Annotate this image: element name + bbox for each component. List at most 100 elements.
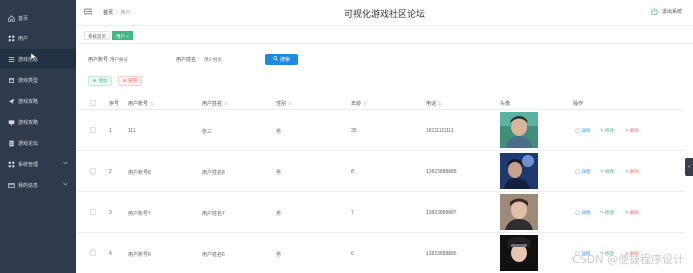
settings-drawer-handle[interactable]: ‹ (685, 158, 693, 176)
chevron-down-icon (63, 182, 68, 188)
row-checkbox[interactable] (90, 209, 96, 215)
document-icon (8, 140, 15, 147)
avatar (500, 153, 538, 189)
detail-button[interactable]: ◯ 详情 (575, 210, 590, 216)
edit-label: 修改 (605, 169, 615, 174)
sort-icon: ⇅ (224, 101, 228, 106)
cell-phone: 13823888887 (426, 210, 457, 216)
delete-button[interactable]: ✕ 删除 (625, 169, 639, 175)
cell-gender: 男 (276, 252, 282, 258)
sidebar-item-game-guide-2[interactable]: 游戏攻略 (0, 112, 76, 132)
cell-index: 1 (109, 128, 112, 134)
cell-name: 用户姓名7 (202, 211, 225, 217)
table-row: 2 用户账号8 用户姓名8 男 8 13823888888 ◯ 详情 ✎ 修改 … (76, 151, 685, 192)
list-icon (8, 56, 15, 63)
edit-label: 修改 (605, 210, 615, 215)
apps-icon (8, 161, 15, 168)
logout-label: 退出系统 (661, 9, 682, 15)
col-phone-label: 电话 (426, 101, 437, 107)
sidebar-item-game-info[interactable]: 游戏信息 (0, 49, 76, 69)
sort-icon: ⇅ (363, 101, 367, 106)
sidebar-item-home[interactable]: 首页 (0, 8, 76, 28)
sidebar-item-system[interactable]: 系统管理 (0, 154, 76, 174)
top-header: 首页 / 用户 可视化游戏社区论坛 退出系统 (76, 0, 693, 26)
file-icon (8, 182, 15, 189)
col-account[interactable]: 用户账号 ⇅ (128, 100, 153, 107)
delete-button-label: 删除 (128, 78, 138, 83)
col-phone[interactable]: 电话 ⇅ (426, 100, 441, 107)
avatar (500, 194, 538, 230)
add-button[interactable]: ⊕ 增加 (88, 76, 112, 86)
detail-button[interactable]: ◯ 详情 (575, 169, 590, 175)
sort-icon: ⇅ (438, 101, 442, 106)
detail-label: 详情 (581, 169, 591, 174)
sidebar-item-label: 游戏类型 (18, 77, 39, 84)
batch-delete-button[interactable]: ⊗ 删除 (118, 76, 142, 86)
send-icon (8, 98, 15, 105)
cell-age: 35 (351, 128, 357, 134)
cell-phone: 13823888886 (426, 251, 457, 257)
watermark: CSDN @便捷程序设计 (572, 253, 684, 266)
col-name[interactable]: 用户姓名 ⇅ (202, 100, 227, 107)
select-all-checkbox[interactable] (90, 100, 96, 106)
tab-system-home[interactable]: 系统首页 (84, 31, 110, 40)
delete-button[interactable]: ✕ 删除 (625, 128, 639, 134)
sidebar-item-label: 游戏论坛 (18, 140, 39, 147)
edit-button[interactable]: ✎ 修改 (600, 128, 614, 134)
monitor-icon (8, 119, 15, 126)
cell-age: 7 (351, 210, 354, 216)
avatar (500, 112, 538, 148)
sidebar-item-label: 首页 (18, 15, 29, 22)
delete-icon: ⊗ (122, 78, 127, 83)
cell-gender: 男 (276, 129, 282, 135)
cell-index: 4 (109, 251, 112, 257)
cell-age: 6 (351, 251, 354, 257)
row-checkbox[interactable] (90, 168, 96, 174)
cell-gender: 男 (276, 211, 282, 217)
col-gender-label: 性别 (276, 101, 287, 107)
cell-gender: 男 (276, 170, 282, 176)
account-search-label: 用户账号 (88, 57, 109, 63)
sidebar-item-game-forum[interactable]: 游戏论坛 (0, 133, 76, 153)
sidebar: 首页 用户 游戏信息 游戏类型 游戏攻略 游戏攻略 游戏论坛 系统管理 我的信息 (0, 0, 76, 273)
delete-label: 删除 (630, 210, 640, 215)
row-checkbox[interactable] (90, 250, 96, 256)
sidebar-item-label: 游戏攻略 (18, 119, 39, 126)
app-title: 可视化游戏社区论坛 (343, 9, 425, 19)
cell-account: 用户账号8 (128, 170, 151, 176)
cell-index: 2 (109, 169, 112, 175)
tab-users[interactable]: 用户 × (112, 31, 133, 40)
col-name-label: 用户姓名 (202, 101, 223, 107)
cell-name: 用户姓名6 (202, 252, 225, 258)
row-checkbox[interactable] (90, 127, 96, 133)
sidebar-item-game-type[interactable]: 游戏类型 (0, 70, 76, 90)
col-index: 序号 (109, 101, 120, 107)
detail-label: 详情 (581, 210, 591, 215)
search-button[interactable]: 搜索 (265, 54, 298, 65)
cell-account: 111 (128, 128, 136, 134)
delete-button[interactable]: ✕ 删除 (625, 210, 639, 216)
cell-account: 用户账号6 (128, 252, 151, 258)
chevron-left-icon: ‹ (688, 164, 690, 170)
account-search-input[interactable] (110, 55, 165, 63)
cell-phone: 18111111111 (426, 128, 454, 134)
sidebar-item-game-guide[interactable]: 游戏攻略 (0, 91, 76, 111)
search-button-label: 搜索 (279, 57, 290, 63)
detail-button[interactable]: ◯ 详情 (575, 128, 590, 134)
sidebar-item-my-info[interactable]: 我的信息 (0, 175, 76, 195)
col-age[interactable]: 年龄 ⇅ (351, 100, 366, 107)
power-icon (651, 8, 658, 16)
name-search-input[interactable] (204, 55, 259, 63)
plus-icon: ⊕ (92, 78, 97, 83)
cell-index: 3 (109, 210, 112, 216)
sidebar-item-users[interactable]: 用户 (0, 28, 76, 48)
sidebar-item-label: 我的信息 (18, 182, 39, 189)
edit-button[interactable]: ✎ 修改 (600, 169, 614, 175)
edit-button[interactable]: ✎ 修改 (600, 210, 614, 216)
logout-button[interactable]: 退出系统 (651, 8, 682, 16)
tab-bar: 系统首页 用户 × (76, 27, 693, 44)
sort-icon: ⇅ (150, 101, 154, 106)
col-age-label: 年龄 (351, 101, 362, 107)
col-gender[interactable]: 性别 ⇅ (276, 100, 291, 107)
cell-age: 8 (351, 169, 354, 175)
